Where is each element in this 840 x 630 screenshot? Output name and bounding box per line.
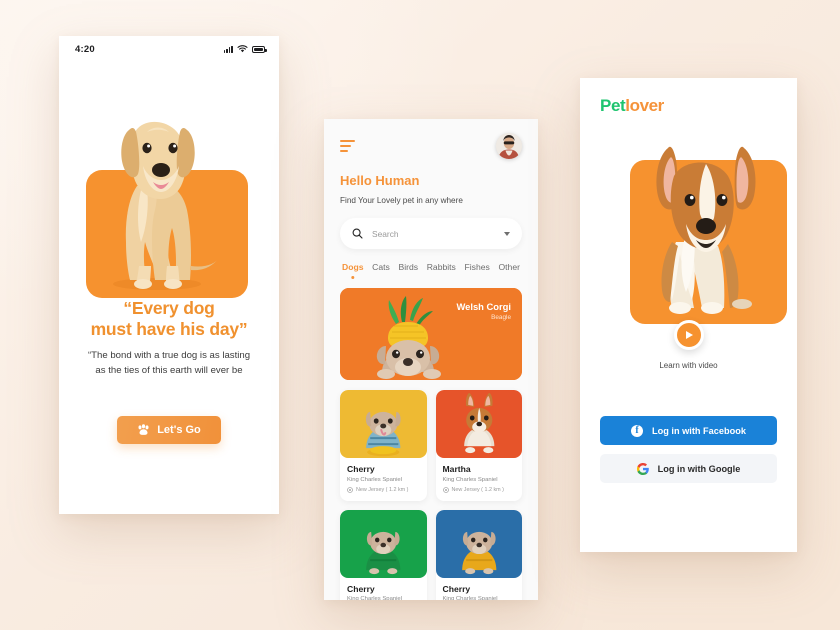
pet-location: New Jersey ( 1.2 km ) xyxy=(442,486,516,493)
pet-name: Cherry xyxy=(442,583,471,594)
facebook-login-button[interactable]: f Log in with Facebook xyxy=(600,416,777,445)
pet-name: Cherry xyxy=(347,583,375,594)
login-screen: Petlover Learn with video f Log in with … xyxy=(580,78,797,552)
facebook-icon: f xyxy=(631,424,644,437)
chevron-down-icon[interactable] xyxy=(504,231,510,236)
tab-rabbits[interactable]: Rabbits xyxy=(427,262,456,279)
tab-fishes[interactable]: Fishes xyxy=(465,262,490,279)
wifi-icon xyxy=(237,45,248,53)
greeting-title: Hello Human xyxy=(340,173,420,188)
tab-cats[interactable]: Cats xyxy=(372,262,390,279)
onboarding-hero xyxy=(59,62,279,298)
status-time: 4:20 xyxy=(75,43,95,55)
battery-icon xyxy=(252,45,267,53)
pet-name: Martha xyxy=(442,464,471,474)
pet-card-image xyxy=(435,390,522,458)
quote-line-1: “Every dog xyxy=(123,298,215,318)
search-bar[interactable]: Search xyxy=(340,218,522,249)
greeting-subtitle: Find Your Lovely pet in any where xyxy=(340,196,463,205)
search-icon xyxy=(352,228,363,239)
app-logo: Petlover xyxy=(600,96,777,116)
lets-go-label: Let's Go xyxy=(157,424,201,437)
featured-pet-name: Welsh Corgi xyxy=(456,301,511,312)
onboarding-screen: 4:20 “Every dog must have his day” “The … xyxy=(59,36,279,514)
tab-other[interactable]: Other xyxy=(498,262,520,279)
status-bar: 4:20 xyxy=(59,36,279,62)
corgi-image xyxy=(656,146,756,314)
quote-heading: “Every dog must have his day” xyxy=(59,298,279,339)
pet-location: New Jersey ( 1.2 km ) xyxy=(347,487,420,493)
logo-part-pet: Pet xyxy=(600,96,626,115)
location-pin-icon xyxy=(442,486,449,493)
pet-card-image xyxy=(340,509,427,578)
pet-name: Cherry xyxy=(347,464,375,474)
lets-go-button[interactable]: Let's Go xyxy=(117,416,221,445)
pet-card[interactable]: Cherry King Charles Spaniel xyxy=(340,509,427,600)
pet-card-image xyxy=(435,509,522,578)
quote-description: “The bond with a true dog is as lasting … xyxy=(87,350,251,376)
featured-pet-breed: Beagle xyxy=(491,314,511,321)
pet-location-label: New Jersey ( 1.2 km ) xyxy=(356,486,409,493)
golden-retriever-image xyxy=(113,121,219,290)
google-login-button[interactable]: Log in with Google xyxy=(600,454,777,483)
user-avatar[interactable] xyxy=(496,133,522,159)
pet-location-label: New Jersey ( 1.2 km ) xyxy=(451,486,504,493)
logo-part-lover: lover xyxy=(625,96,664,115)
pet-card-image xyxy=(340,390,427,458)
tab-birds[interactable]: Birds xyxy=(398,262,418,279)
home-screen: Hello Human Find Your Lovely pet in any … xyxy=(324,119,538,600)
pet-breed: King Charles Spaniel xyxy=(442,476,498,483)
login-hero xyxy=(600,138,787,350)
signal-icon xyxy=(223,45,233,53)
tab-dogs[interactable]: Dogs xyxy=(342,262,363,279)
pet-breed: King Charles Spaniel xyxy=(347,596,403,600)
pet-grid: Cherry King Charles Spaniel New Jersey (… xyxy=(340,390,522,600)
video-caption: Learn with video xyxy=(659,361,718,370)
pet-breed: King Charles Spaniel xyxy=(347,476,403,483)
google-icon xyxy=(636,462,649,475)
google-login-label: Log in with Google xyxy=(657,463,741,474)
facebook-login-label: Log in with Facebook xyxy=(652,425,746,436)
pet-breed: King Charles Spaniel xyxy=(442,596,498,600)
pet-card[interactable]: Cherry King Charles Spaniel xyxy=(435,509,522,600)
hamburger-menu-icon[interactable] xyxy=(340,140,355,152)
location-pin-icon xyxy=(347,486,353,493)
paw-icon xyxy=(137,424,150,436)
quote-line-2: must have his day” xyxy=(90,318,248,339)
pet-card[interactable]: Cherry King Charles Spaniel New Jersey (… xyxy=(340,390,427,501)
play-video-button[interactable] xyxy=(673,320,704,350)
featured-pet-card[interactable]: Welsh Corgi Beagle xyxy=(340,288,522,380)
category-tabs: Dogs Cats Birds Rabbits Fishes Other xyxy=(340,262,522,279)
search-input[interactable]: Search xyxy=(372,229,495,239)
pet-card[interactable]: Martha King Charles Spaniel New Jersey (… xyxy=(435,390,522,501)
